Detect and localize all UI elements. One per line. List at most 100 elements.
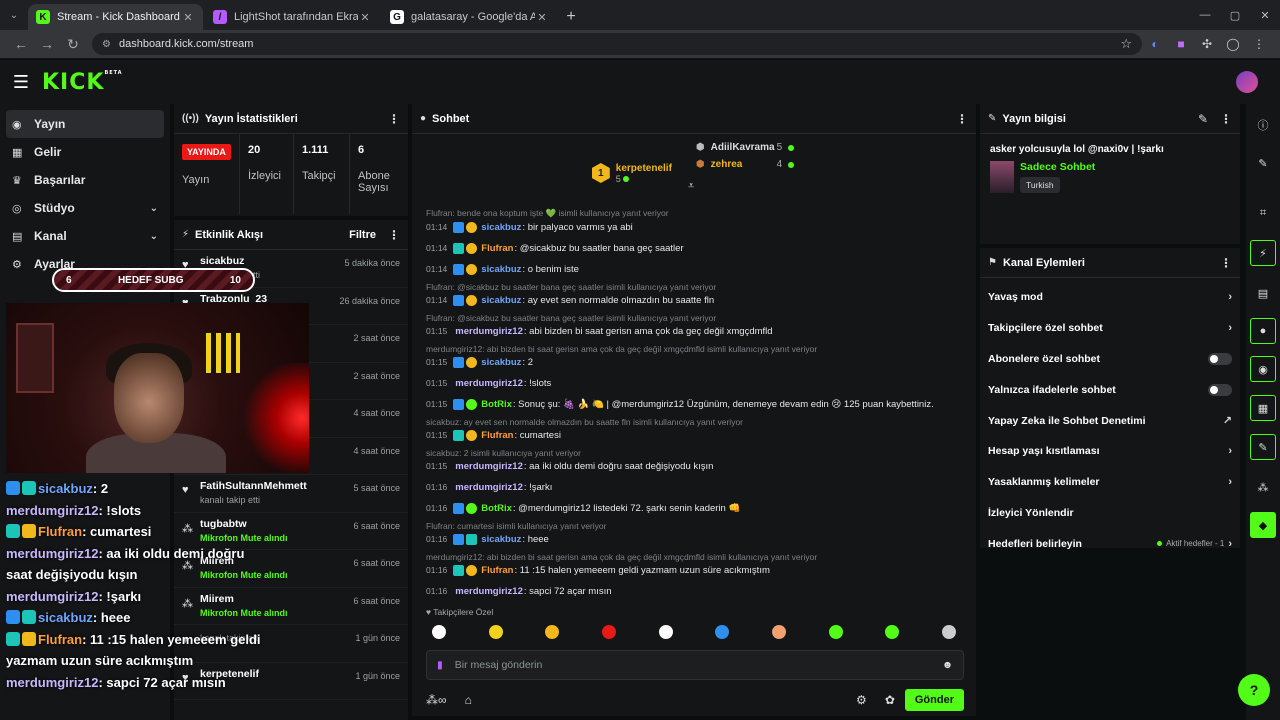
bookmark-star-icon[interactable]: ☆: [1120, 36, 1132, 52]
sidebar-item-3[interactable]: ◎ Stüdyo ⌄: [6, 194, 164, 222]
filter-button[interactable]: Filtre: [349, 229, 376, 241]
top-gifter-1[interactable]: 1 kerpetenelif 5: [591, 142, 672, 204]
emote-icon[interactable]: [715, 625, 730, 639]
chat-username[interactable]: sicakbuz: [481, 264, 521, 275]
wrench-icon[interactable]: ✎: [1250, 434, 1276, 460]
stats-icon[interactable]: ▦: [1250, 395, 1276, 421]
points-icon[interactable]: ⁂∞: [426, 693, 447, 707]
emote-icon[interactable]: [432, 625, 446, 639]
more-options-icon[interactable]: ⋮: [1220, 256, 1232, 270]
info-icon[interactable]: ⓘ: [1250, 112, 1276, 138]
hamburger-menu-icon[interactable]: ☰: [0, 72, 42, 93]
browser-menu-icon[interactable]: ⋮: [1246, 33, 1272, 55]
maximize-icon[interactable]: ▢: [1220, 0, 1250, 30]
tab-close-icon[interactable]: ✕: [181, 11, 195, 24]
emote-icon[interactable]: [885, 625, 900, 639]
chat-username[interactable]: merdumgiriz12: [455, 326, 523, 337]
extension-icon[interactable]: ◐: [1142, 33, 1168, 55]
sidebar-item-1[interactable]: ▦ Gelir: [6, 138, 164, 166]
help-button[interactable]: ?: [1238, 674, 1270, 706]
chat-username[interactable]: merdumgiriz12: [455, 482, 523, 493]
channel-action-item[interactable]: Takipçilere özel sohbet ›: [980, 313, 1240, 344]
points-icon[interactable]: ⁂: [1250, 474, 1276, 500]
url-input[interactable]: ⚙ dashboard.kick.com/stream ☆: [92, 33, 1142, 55]
more-options-icon[interactable]: ⋮: [956, 112, 968, 126]
chat-username[interactable]: Flufran: [481, 243, 513, 254]
channel-action-item[interactable]: Yavaş mod ›: [980, 282, 1240, 313]
app-icon[interactable]: ◆: [1250, 512, 1276, 538]
emote-icon[interactable]: [658, 625, 673, 639]
channel-action-item[interactable]: Yasaklanmış kelimeler ›: [980, 467, 1240, 498]
sidebar-item-2[interactable]: ♛ Başarılar: [6, 166, 164, 194]
lightning-icon[interactable]: ⚡: [1250, 240, 1276, 266]
extensions-puzzle-icon[interactable]: ✣: [1194, 33, 1220, 55]
profile-icon[interactable]: ◯: [1220, 33, 1246, 55]
top-gifter-3[interactable]: ⬢ zehrea 4: [696, 159, 796, 170]
user-avatar[interactable]: [1236, 71, 1258, 93]
channel-action-control[interactable]: ›: [1228, 476, 1232, 488]
emoji-icon[interactable]: ☻: [942, 659, 953, 671]
channel-action-control[interactable]: [1208, 352, 1232, 365]
channel-action-item[interactable]: Abonelere özel sohbet: [980, 344, 1240, 375]
channel-action-control[interactable]: ›: [1228, 322, 1232, 334]
emote-icon[interactable]: [488, 625, 503, 639]
emote-icon[interactable]: [601, 625, 616, 639]
chat-username[interactable]: sicakbuz: [481, 357, 521, 368]
category-name[interactable]: Sadece Sohbet: [1020, 161, 1095, 173]
chat-icon[interactable]: ●: [1250, 318, 1276, 344]
browser-tab[interactable]: K Stream - Kick Dashboard ✕: [28, 4, 203, 30]
chat-username[interactable]: merdumgiriz12: [455, 461, 523, 472]
sidebar-item-0[interactable]: ◉ Yayın: [6, 110, 164, 138]
kick-logo[interactable]: KICKBETA: [42, 70, 123, 95]
activity-username[interactable]: sicakbuz: [200, 255, 344, 267]
chat-username[interactable]: merdumgiriz12: [455, 586, 523, 597]
top-gifter-2[interactable]: ⬢ AdiilKavrama 5: [696, 142, 796, 153]
chat-username[interactable]: BotRix: [481, 399, 512, 410]
send-button[interactable]: Gönder: [904, 689, 964, 711]
chat-username[interactable]: BotRix: [481, 503, 512, 514]
edit-icon[interactable]: ✎: [1198, 112, 1208, 126]
broadcast-icon[interactable]: ◉: [1250, 356, 1276, 382]
channel-action-control[interactable]: ↗: [1223, 414, 1232, 427]
new-tab-button[interactable]: +: [559, 4, 583, 30]
toggle-switch[interactable]: [1208, 383, 1232, 396]
browser-tab[interactable]: / LightShot tarafından Ekran Gör✕: [205, 4, 380, 30]
toggle-switch[interactable]: [1208, 352, 1232, 365]
site-info-icon[interactable]: ⚙: [102, 39, 111, 50]
chat-input[interactable]: ▮ Bir mesaj gönderin ☻: [426, 650, 964, 680]
back-icon[interactable]: ←: [8, 36, 34, 52]
channel-action-control[interactable]: ›: [1228, 445, 1232, 457]
chat-username[interactable]: sicakbuz: [481, 222, 521, 233]
channel-action-control[interactable]: ›: [1228, 291, 1232, 303]
emote-picker-icon[interactable]: ✿: [885, 693, 895, 707]
reload-icon[interactable]: ↻: [60, 36, 86, 53]
more-options-icon[interactable]: ⋮: [1220, 112, 1232, 126]
category[interactable]: Sadece Sohbet Turkish: [990, 161, 1230, 193]
microphone-icon[interactable]: ▮: [437, 659, 443, 671]
tab-close-icon[interactable]: ✕: [535, 11, 549, 24]
collapse-chevron-icon[interactable]: ⩡: [688, 180, 694, 193]
emote-icon[interactable]: [828, 625, 843, 639]
chat-settings-icon[interactable]: ⚙: [856, 693, 867, 707]
extension-icon[interactable]: ■: [1168, 33, 1194, 55]
forward-icon[interactable]: →: [34, 36, 60, 52]
emote-icon[interactable]: [941, 625, 956, 639]
chat-username[interactable]: sicakbuz: [481, 295, 521, 306]
more-options-icon[interactable]: ⋮: [388, 112, 400, 126]
tab-search-icon[interactable]: ⌄: [0, 0, 28, 30]
chat-username[interactable]: Flufran: [481, 430, 513, 441]
channel-action-item[interactable]: Hesap yaşı kısıtlaması ›: [980, 436, 1240, 467]
channel-action-item[interactable]: Yalnızca ifadelerle sohbet: [980, 374, 1240, 405]
clipboard-icon[interactable]: ▤: [1250, 280, 1276, 306]
store-icon[interactable]: ⌂: [465, 693, 472, 707]
close-window-icon[interactable]: ✕: [1250, 0, 1280, 30]
channel-action-item[interactable]: İzleyici Yönlendir: [980, 498, 1240, 529]
chevron-down-icon[interactable]: ⌄: [150, 203, 158, 214]
emote-icon[interactable]: [545, 625, 560, 639]
chevron-down-icon[interactable]: ⌄: [150, 231, 158, 242]
minimize-icon[interactable]: —: [1190, 0, 1220, 30]
tab-close-icon[interactable]: ✕: [358, 11, 372, 24]
chat-username[interactable]: merdumgiriz12: [455, 378, 523, 389]
browser-tab[interactable]: Ggalatasaray - Google'da Ara ✕: [382, 4, 557, 30]
chat-username[interactable]: sicakbuz: [481, 534, 521, 545]
